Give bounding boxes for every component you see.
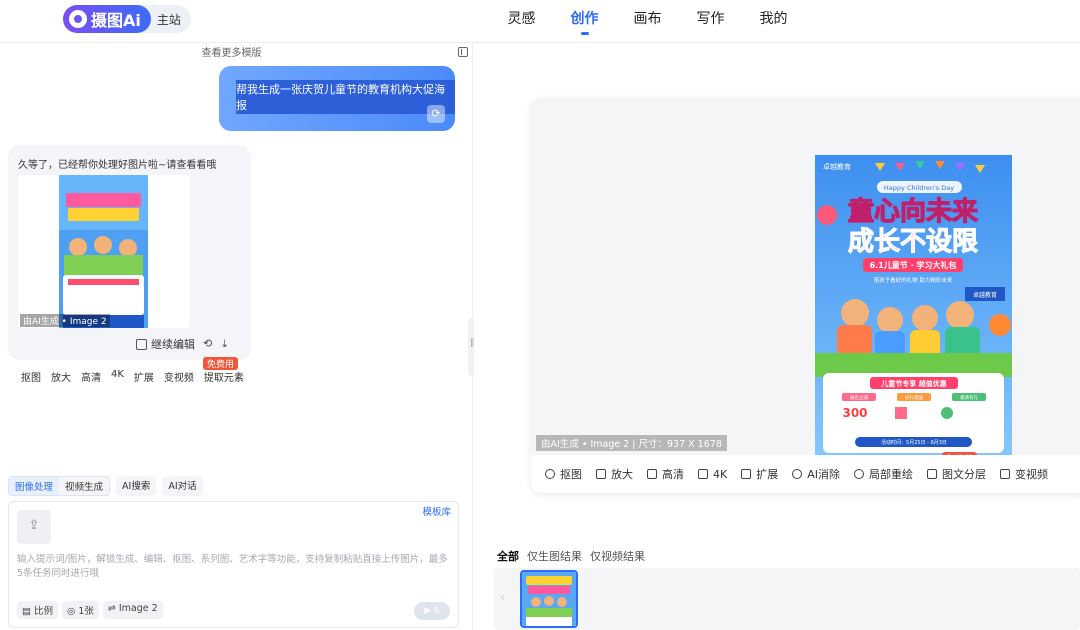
poster-date: 活动时间：5月25日 - 6月3日 [881, 439, 947, 446]
poster-headline-2: 成长不设限 [848, 227, 978, 257]
nav-create[interactable]: 创作 [553, 0, 616, 43]
result-filter-tabs: 全部 仅生图结果 仅视频结果 [497, 548, 645, 564]
tab-ai-search[interactable]: AI搜索 [116, 476, 157, 496]
tool-cutout[interactable]: 抠图 [545, 466, 582, 482]
poster-sign: 卓越教育 [973, 291, 997, 299]
collapse-panel-icon[interactable] [458, 47, 468, 57]
poster-thumbnail-image [18, 175, 190, 328]
result-thumbnail[interactable]: 由AI生成 • Image 2 [18, 175, 190, 328]
model-chip[interactable]: ⇌ Image 2 [102, 601, 163, 619]
tab-video-generation[interactable]: 视频生成 [59, 477, 109, 495]
poster-offer-title: 儿童节专享 超值优惠 [880, 379, 946, 388]
quick-tool-expand[interactable]: 扩展 [134, 369, 154, 384]
history-strip: ‹ [494, 568, 1080, 630]
expand-icon [741, 469, 752, 479]
hd-icon [647, 469, 657, 479]
quick-tool-hd[interactable]: 高清 [81, 369, 101, 384]
poster-tagline: Happy Children's Day [884, 184, 954, 192]
count-chip[interactable]: ◎ 1张 [62, 601, 99, 619]
continue-edit-label: 继续编辑 [151, 338, 195, 351]
input-options: ▤ 比例 ◎ 1张 ⇌ Image 2 [17, 601, 163, 619]
poster-price: 300 [842, 406, 867, 420]
logo-text: 摄图Ai [91, 11, 141, 30]
poster-offer-2: 好礼相送 [905, 394, 923, 401]
user-prompt-text: 帮我生成一张庆贺儿童节的教育机构大促海报 [236, 80, 455, 114]
tool-upscale[interactable]: 放大 [596, 466, 633, 482]
tab-ai-chat[interactable]: AI对话 [162, 476, 203, 496]
brand-area: 摄图Ai 主站 [63, 5, 191, 33]
poster-offer-1: 报名立减 [850, 394, 868, 401]
tool-layer-split[interactable]: 图文分层 [927, 466, 986, 482]
chat-panel: 查看更多模版 帮我生成一张庆贺儿童节的教育机构大促海报 ⟳ 久等了，已经帮你处理… [0, 43, 473, 630]
ai-message: 久等了，已经帮你处理好图片啦~请查看看哦 由AI生成 • Image 2 继续编… [8, 145, 251, 360]
image-toolbar: 抠图 放大 高清 4K 扩展 AI消除 局部重绘 图文分层 变视频 [531, 455, 1080, 493]
canvas-panel: 卓越教育 Happy Children's Day 童心向未来 成长不设限 6.… [474, 43, 1080, 630]
nav-mine[interactable]: 我的 [742, 0, 805, 43]
layers-icon [927, 469, 937, 479]
poster-sub: 陪孩子看好的礼物 助力精彩未来 [874, 276, 953, 284]
quick-tool-upscale[interactable]: 放大 [51, 369, 71, 384]
more-templates-link[interactable]: 查看更多模版 [0, 44, 463, 59]
top-bar: 摄图Ai 主站 灵感 创作 画布 写作 我的 [0, 0, 1080, 43]
tool-inpaint[interactable]: 局部重绘 [854, 466, 913, 482]
4k-icon [698, 469, 708, 479]
quick-tool-4k[interactable]: 4K [111, 369, 124, 384]
tab-video-results[interactable]: 仅视频结果 [590, 548, 645, 564]
quick-tools: 抠图 放大 高清 4K 扩展 变视频 提取元素 [21, 369, 244, 384]
cutout-icon [545, 469, 555, 479]
upload-icon[interactable]: ⇪ [17, 510, 51, 544]
logo[interactable]: 摄图Ai [63, 5, 151, 33]
tool-hd[interactable]: 高清 [647, 466, 684, 482]
chevron-left-icon[interactable]: ‹ [500, 590, 505, 604]
prompt-placeholder[interactable]: 输入提示词/图片，解锁生成、编辑、抠图、系列图、艺术字等功能，支持复制粘贴直接上… [17, 553, 452, 581]
download-icon[interactable]: ⤓ [222, 337, 227, 351]
regenerate-icon[interactable]: ⟳ [427, 105, 445, 123]
poster-offer-3: 邀请有礼 [960, 394, 978, 401]
poster-image: 卓越教育 Happy Children's Day 童心向未来 成长不设限 6.… [815, 155, 1012, 493]
ai-message-actions: ⟲ ⤓ [203, 337, 227, 351]
nav-inspiration[interactable]: 灵感 [490, 0, 553, 43]
nav-canvas[interactable]: 画布 [616, 0, 679, 43]
mode-tabs: 图像处理 视频生成 AI搜索 AI对话 [8, 476, 203, 496]
ai-reply-text: 久等了，已经帮你处理好图片啦~请查看看哦 [18, 160, 217, 171]
poster-ribbon: 6.1儿童节 · 学习大礼包 [870, 260, 957, 270]
inpaint-icon [854, 469, 864, 479]
template-library-link[interactable]: 模板库 [422, 504, 451, 518]
tab-image-processing[interactable]: 图像处理 [9, 477, 60, 495]
upscale-icon [596, 469, 606, 479]
main-nav: 灵感 创作 画布 写作 我的 [490, 0, 805, 43]
tab-all-results[interactable]: 全部 [497, 548, 519, 564]
quick-tool-extract[interactable]: 提取元素 [204, 369, 244, 384]
history-thumbnail[interactable] [520, 570, 578, 628]
nav-writing[interactable]: 写作 [679, 0, 742, 43]
poster-headline-1: 童心向未来 [848, 196, 979, 227]
continue-edit-button[interactable]: 继续编辑 [136, 335, 195, 353]
preview-card: 卓越教育 Happy Children's Day 童心向未来 成长不设限 6.… [531, 98, 1080, 493]
edit-icon [136, 338, 147, 350]
ratio-chip[interactable]: ▤ 比例 [17, 601, 59, 619]
tab-image-results[interactable]: 仅生图结果 [527, 548, 582, 564]
image-meta: 由AI生成 • Image 2 | 尺寸：937 X 1678 [536, 435, 727, 451]
thumbnail-caption: 由AI生成 • Image 2 [20, 314, 110, 327]
tool-4k[interactable]: 4K [698, 468, 727, 481]
quick-tool-cutout[interactable]: 抠图 [21, 369, 41, 384]
tool-to-video[interactable]: 变视频 [1000, 466, 1048, 482]
mode-group: 图像处理 视频生成 [8, 476, 111, 496]
user-message: 帮我生成一张庆贺儿童节的教育机构大促海报 ⟳ [219, 66, 455, 131]
prompt-input-box[interactable]: 模板库 ⇪ 输入提示词/图片，解锁生成、编辑、抠图、系列图、艺术字等功能，支持复… [8, 501, 459, 628]
tool-expand[interactable]: 扩展 [741, 466, 778, 482]
tool-ai-erase[interactable]: AI消除 [792, 466, 840, 482]
main-site-link[interactable]: 主站 [157, 11, 181, 28]
logo-icon [69, 10, 87, 28]
video-icon [1000, 469, 1010, 479]
erase-icon [792, 469, 803, 479]
quick-tool-to-video[interactable]: 变视频 [164, 369, 194, 384]
poster-preview[interactable]: 卓越教育 Happy Children's Day 童心向未来 成长不设限 6.… [815, 155, 1012, 493]
send-button[interactable]: ▶ 6 [414, 602, 450, 620]
poster-brand: 卓越教育 [823, 162, 851, 171]
redo-icon[interactable]: ⟲ [203, 337, 212, 351]
history-thumbnail-image [522, 572, 576, 626]
